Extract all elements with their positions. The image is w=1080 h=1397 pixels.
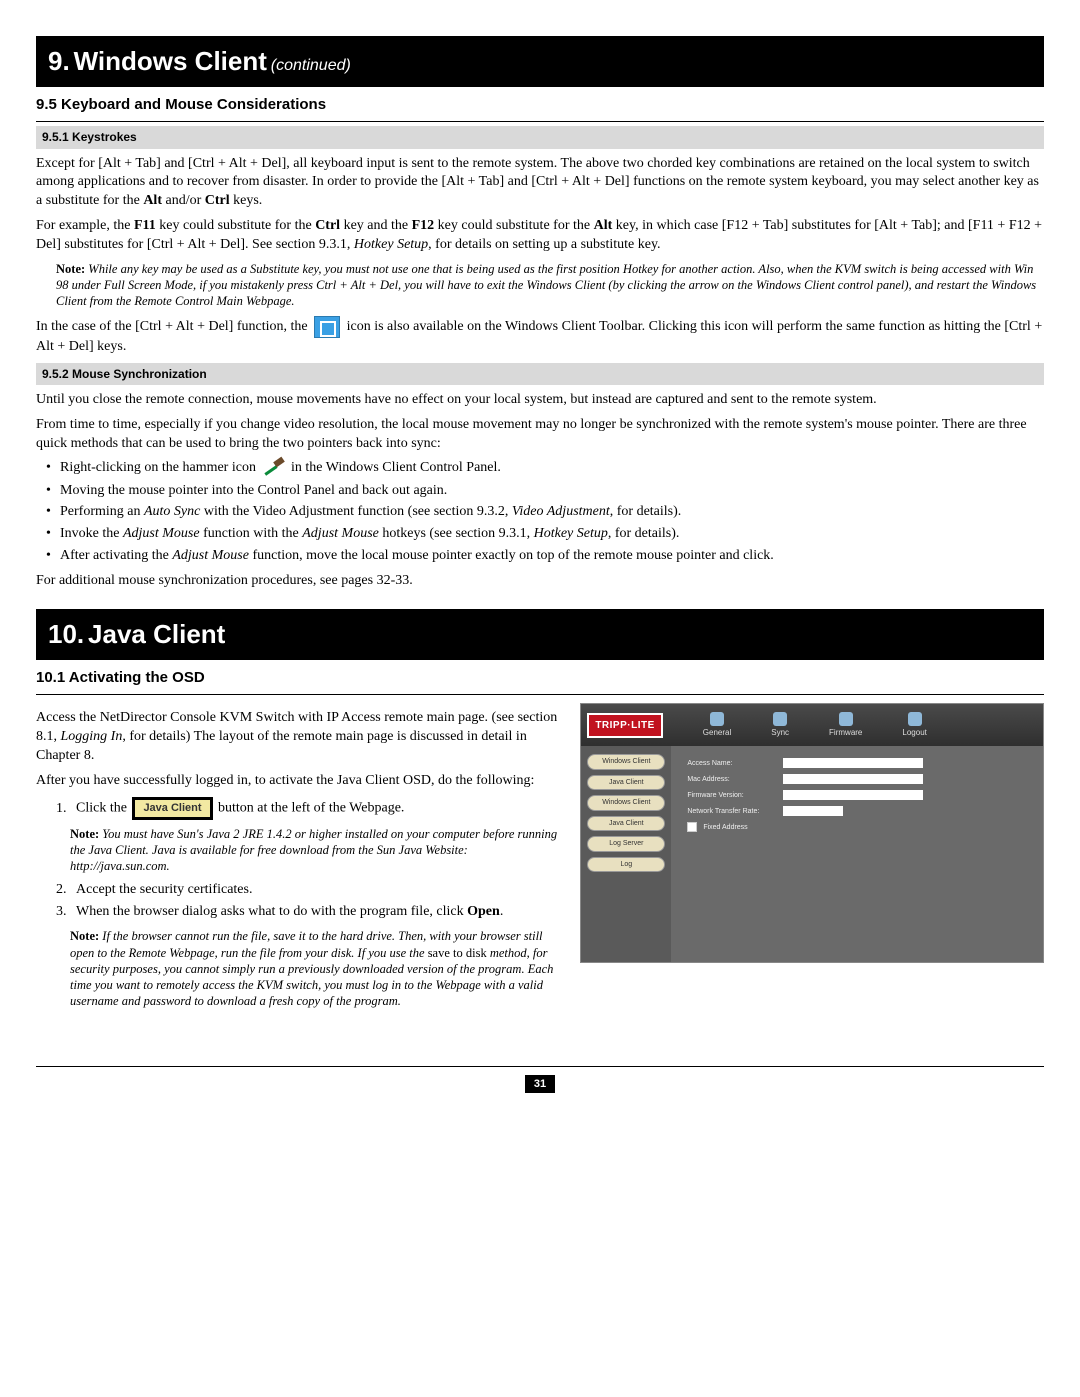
tab-firmware: Firmware: [829, 712, 862, 739]
side-btn: Windows Client: [587, 795, 665, 810]
list-item: Right-clicking on the hammer icon in the…: [50, 459, 1044, 478]
chapter-9-title: Windows Client: [74, 46, 267, 76]
osd-steps: Click the Java Client button at the left…: [70, 797, 562, 820]
tab-general: General: [703, 712, 731, 739]
list-item: After activating the Adjust Mouse functi…: [50, 547, 1044, 566]
chapter-10-title: Java Client: [88, 619, 225, 649]
screenshot-main-panel: Access Name: Mac Address: Firmware Versi…: [671, 746, 1043, 962]
footer-rule: [36, 1066, 1044, 1067]
para-keystrokes-2: For example, the F11 key could substitut…: [36, 217, 1044, 255]
section-10-1-title: 10.1 Activating the OSD: [36, 660, 1044, 695]
remote-main-page-screenshot: TRIPP·LITE General Sync Firmware Logout …: [580, 703, 1044, 963]
section-9-5-title: 9.5 Keyboard and Mouse Considerations: [36, 87, 1044, 122]
list-item: Accept the security certificates.: [70, 881, 562, 900]
para-mouse-1: Until you close the remote connection, m…: [36, 391, 1044, 410]
side-btn: Java Client: [587, 775, 665, 790]
tab-logout: Logout: [902, 712, 926, 739]
osd-steps-cont: Accept the security certificates. When t…: [70, 881, 562, 923]
section-9-5-1-title: 9.5.1 Keystrokes: [36, 126, 1044, 148]
side-btn: Log Server: [587, 836, 665, 851]
chapter-10-header: 10. Java Client: [36, 609, 1044, 660]
tripplite-logo: TRIPP·LITE: [587, 713, 662, 739]
tab-sync: Sync: [771, 712, 789, 739]
side-btn: Java Client: [587, 816, 665, 831]
chapter-9-header: 9. Windows Client (continued): [36, 36, 1044, 87]
java-client-button-icon: Java Client: [132, 797, 212, 820]
section-9-5-2-title: 9.5.2 Mouse Synchronization: [36, 363, 1044, 385]
para-osd-1: Access the NetDirector Console KVM Switc…: [36, 709, 562, 766]
list-item: Invoke the Adjust Mouse function with th…: [50, 525, 1044, 544]
list-item: Moving the mouse pointer into the Contro…: [50, 482, 1044, 501]
list-item: Performing an Auto Sync with the Video A…: [50, 503, 1044, 522]
checkbox-icon: [687, 822, 697, 832]
screenshot-sidebar: Windows Client Java Client Windows Clien…: [581, 746, 671, 962]
field-input: [783, 758, 923, 768]
side-btn: Windows Client: [587, 754, 665, 769]
field-input: [783, 790, 923, 800]
para-mouse-2: From time to time, especially if you cha…: [36, 416, 1044, 454]
screenshot-topbar: TRIPP·LITE General Sync Firmware Logout: [581, 704, 1043, 746]
para-osd-2: After you have successfully logged in, t…: [36, 772, 562, 791]
para-mouse-more: For additional mouse synchronization pro…: [36, 572, 1044, 591]
chapter-10-number: 10.: [48, 619, 84, 649]
para-ctrl-alt-del-icon: In the case of the [Ctrl + Alt + Del] fu…: [36, 316, 1044, 357]
note-substitute-key: Note: While any key may be used as a Sub…: [56, 261, 1044, 310]
para-keystrokes-1: Except for [Alt + Tab] and [Ctrl + Alt +…: [36, 155, 1044, 212]
ctrl-alt-del-icon: [314, 316, 340, 338]
field-input: [783, 774, 923, 784]
page-number: 31: [525, 1075, 555, 1094]
chapter-9-suffix: (continued): [271, 57, 351, 74]
note-java-jre: Note: You must have Sun's Java 2 JRE 1.4…: [70, 826, 562, 875]
hammer-icon: [262, 459, 284, 477]
mouse-sync-bullets: Right-clicking on the hammer icon in the…: [50, 459, 1044, 566]
side-btn: Log: [587, 857, 665, 872]
chapter-9-number: 9.: [48, 46, 70, 76]
note-save-to-disk: Note: If the browser cannot run the file…: [70, 928, 562, 1009]
field-input: [783, 806, 843, 816]
list-item: Click the Java Client button at the left…: [70, 797, 562, 820]
list-item: When the browser dialog asks what to do …: [70, 903, 562, 922]
